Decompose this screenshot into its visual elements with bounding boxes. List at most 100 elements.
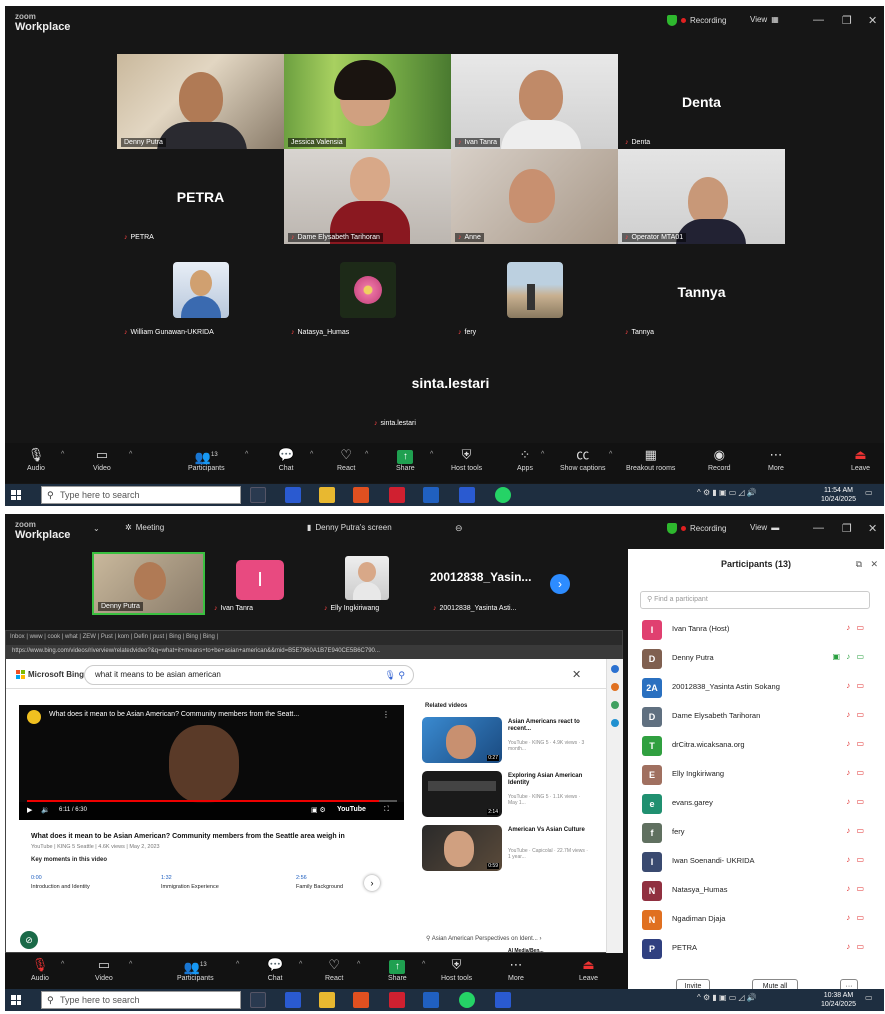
video-tile[interactable]: Denta ♪ Denta [618, 54, 785, 149]
muted-mic-video-icon[interactable]: ♪ ▭ [846, 797, 866, 806]
video-tile[interactable]: ♪ Anne [451, 149, 618, 244]
zoom-app-icon[interactable] [285, 992, 301, 1008]
file-explorer-icon[interactable] [319, 487, 335, 503]
share-button[interactable]: ↑ Share [388, 956, 407, 982]
mic-search-icon[interactable]: 🎙 ⚲ [384, 666, 405, 684]
leave-button[interactable]: ⏏ Leave [851, 446, 870, 472]
participant-row[interactable]: P PETRA ♪ ▭ [640, 936, 880, 962]
recording-indicator[interactable]: Recording [667, 523, 726, 534]
related-video-item[interactable]: 0:27 Asian Americans react to recent... Y… [422, 717, 598, 765]
participant-row[interactable]: D Denny Putra ▣ ♪ ▭ [640, 646, 880, 672]
audio-button[interactable]: 🎙 Audio [27, 446, 45, 472]
close-icon[interactable]: ✕ [868, 14, 877, 27]
thumbnail-tile[interactable]: ♪ Elly Ingkiriwang [317, 552, 430, 615]
participant-row[interactable]: N Ngadiman Djaja ♪ ▭ [640, 907, 880, 933]
audio-options-caret[interactable]: ^ [61, 961, 64, 968]
system-tray-icons[interactable]: ^ ⚙ ▮ ▣ ▭ ◿ 🔊 [697, 993, 757, 1002]
play-icon[interactable]: ▶ [27, 806, 32, 814]
taskbar-clock[interactable]: 11:54 AM 10/24/2025 [821, 486, 856, 504]
video-tile[interactable]: Jessica Valensia [284, 54, 451, 149]
minimize-icon[interactable]: — [813, 14, 824, 26]
notification-icon[interactable]: ▭ [865, 993, 873, 1002]
wps-office-icon[interactable] [389, 992, 405, 1008]
browser-address-bar[interactable]: https://www.bing.com/videos/riverview/re… [6, 645, 622, 659]
video-tile[interactable]: sinta.lestari ♪ sinta.lestari [367, 339, 534, 434]
fullscreen-icon[interactable]: ⛶ [384, 806, 389, 814]
video-tile[interactable]: Denny Putra [117, 54, 284, 149]
participant-row[interactable]: E Elly Ingkiriwang ♪ ▭ [640, 762, 880, 788]
brave-browser-icon[interactable] [353, 487, 369, 503]
video-options-caret[interactable]: ^ [129, 451, 132, 458]
youtube-logo[interactable]: YouTube [337, 806, 366, 813]
muted-mic-video-icon[interactable]: ▣ ♪ ▭ [832, 652, 866, 661]
windows-start-icon[interactable] [11, 995, 21, 1005]
muted-mic-video-icon[interactable]: ♪ ▭ [846, 739, 866, 748]
video-tile[interactable]: ♪ fery [451, 244, 618, 339]
view-button[interactable]: View ▦ [750, 15, 779, 24]
zoom-app-icon[interactable] [285, 487, 301, 503]
chat-button[interactable]: 💬 Chat [267, 956, 283, 982]
video-heading[interactable]: What does it mean to be Asian American? … [31, 833, 345, 840]
video-button[interactable]: ▭ Video [95, 956, 113, 982]
restore-icon[interactable]: ❐ [842, 522, 852, 535]
edge-sidebar[interactable] [606, 659, 623, 954]
muted-mic-video-icon[interactable]: ♪ ▭ [846, 855, 866, 864]
muted-mic-video-icon[interactable]: ♪ ▭ [846, 826, 866, 835]
video-options-caret[interactable]: ^ [129, 961, 132, 968]
chapter-item[interactable]: 2:56 Family Background [296, 874, 343, 892]
apps-options-caret[interactable]: ^ [541, 451, 544, 458]
video-button[interactable]: ▭ Video [93, 446, 111, 472]
chat-button[interactable]: 💬 Chat [278, 446, 294, 472]
taskbar-clock[interactable]: 10:38 AM 10/24/2025 [821, 991, 856, 1009]
chapter-item[interactable]: 1:32 Immigration Experience [161, 874, 219, 892]
thumbnail-tile[interactable]: I ♪ Ivan Tanra [207, 552, 320, 615]
chevron-down-icon[interactable]: ⌄ [93, 524, 100, 533]
participant-row[interactable]: I Iwan Soenandi- UKRIDA ♪ ▭ [640, 849, 880, 875]
video-tile[interactable]: ♪ Dame Elysabeth Tarihoran [284, 149, 451, 244]
participant-row[interactable]: D Dame Elysabeth Tarihoran ♪ ▭ [640, 704, 880, 730]
participant-row[interactable]: e evans.garey ♪ ▭ [640, 791, 880, 817]
volume-icon[interactable]: 🔉 [41, 806, 50, 814]
leave-button[interactable]: ⏏ Leave [579, 956, 598, 982]
close-panel-icon[interactable]: ✕ [870, 559, 878, 570]
participants-options-caret[interactable]: ^ [236, 961, 239, 968]
player-more-icon[interactable]: ⋮ [382, 710, 390, 719]
browser-tab-strip[interactable]: Inbox | www | cook | what | ZEW | Pust |… [6, 631, 622, 645]
thumbnail-tile[interactable]: Denny Putra [92, 552, 205, 615]
chevron-right-icon[interactable]: › [538, 936, 541, 942]
view-button[interactable]: View ▬ [750, 523, 779, 532]
video-tile[interactable]: ♪ William Gunawan-UKRIDA [117, 244, 284, 339]
muted-mic-video-icon[interactable]: ♪ ▭ [846, 884, 866, 893]
participant-row[interactable]: TdrCitra.wicaksana.org ♪ ▭ [640, 733, 880, 759]
host-tools-button[interactable]: ⛨ Host tools [441, 956, 472, 982]
related-video-item[interactable]: 2:14 Exploring Asian American Identity Yo… [422, 771, 598, 819]
share-options-caret[interactable]: ^ [422, 961, 425, 968]
share-options-caret[interactable]: ^ [430, 451, 433, 458]
react-button[interactable]: ♡ React [325, 956, 343, 982]
bing-logo[interactable]: Microsoft Bing [16, 670, 84, 679]
record-button[interactable]: ◉ Record [708, 446, 731, 472]
muted-mic-video-icon[interactable]: ♪ ▭ [846, 942, 866, 951]
muted-mic-video-icon[interactable]: ♪ ▭ [846, 623, 866, 632]
task-view-icon[interactable] [250, 992, 266, 1008]
zoom-meeting-icon[interactable] [459, 487, 475, 503]
video-tile[interactable]: ♪ Operator MTA01 [618, 149, 785, 244]
react-options-caret[interactable]: ^ [365, 451, 368, 458]
chapters-next-icon[interactable]: › [364, 875, 380, 891]
bing-search-input[interactable]: what it means to be asian american 🎙 ⚲ [84, 665, 414, 685]
system-tray-icons[interactable]: ^ ⚙ ▮ ▣ ▭ ◿ 🔊 [697, 488, 757, 497]
chat-options-caret[interactable]: ^ [310, 451, 313, 458]
participant-row[interactable]: 2A 20012838_Yasinta Astin Sokang ♪ ▭ [640, 675, 880, 701]
host-tools-button[interactable]: ⛨ Host tools [451, 446, 482, 472]
wps-office-icon[interactable] [389, 487, 405, 503]
chapter-item[interactable]: 0:00 Introduction and Identity [31, 874, 90, 892]
participants-button[interactable]: 👥13 Participants [188, 446, 225, 472]
meeting-info[interactable]: ✲ Meeting [125, 523, 164, 532]
minimize-icon[interactable]: — [813, 522, 824, 534]
react-button[interactable]: ♡ React [337, 446, 355, 472]
participant-row[interactable]: I Ivan Tanra (Host) ♪ ▭ [640, 617, 880, 643]
video-tile[interactable]: PETRA ♪ PETRA [117, 149, 284, 244]
muted-mic-video-icon[interactable]: ♪ ▭ [846, 913, 866, 922]
windows-start-icon[interactable] [11, 490, 21, 500]
related-video-item[interactable]: 0:59 American Vs Asian Culture YouTube · … [422, 825, 598, 873]
